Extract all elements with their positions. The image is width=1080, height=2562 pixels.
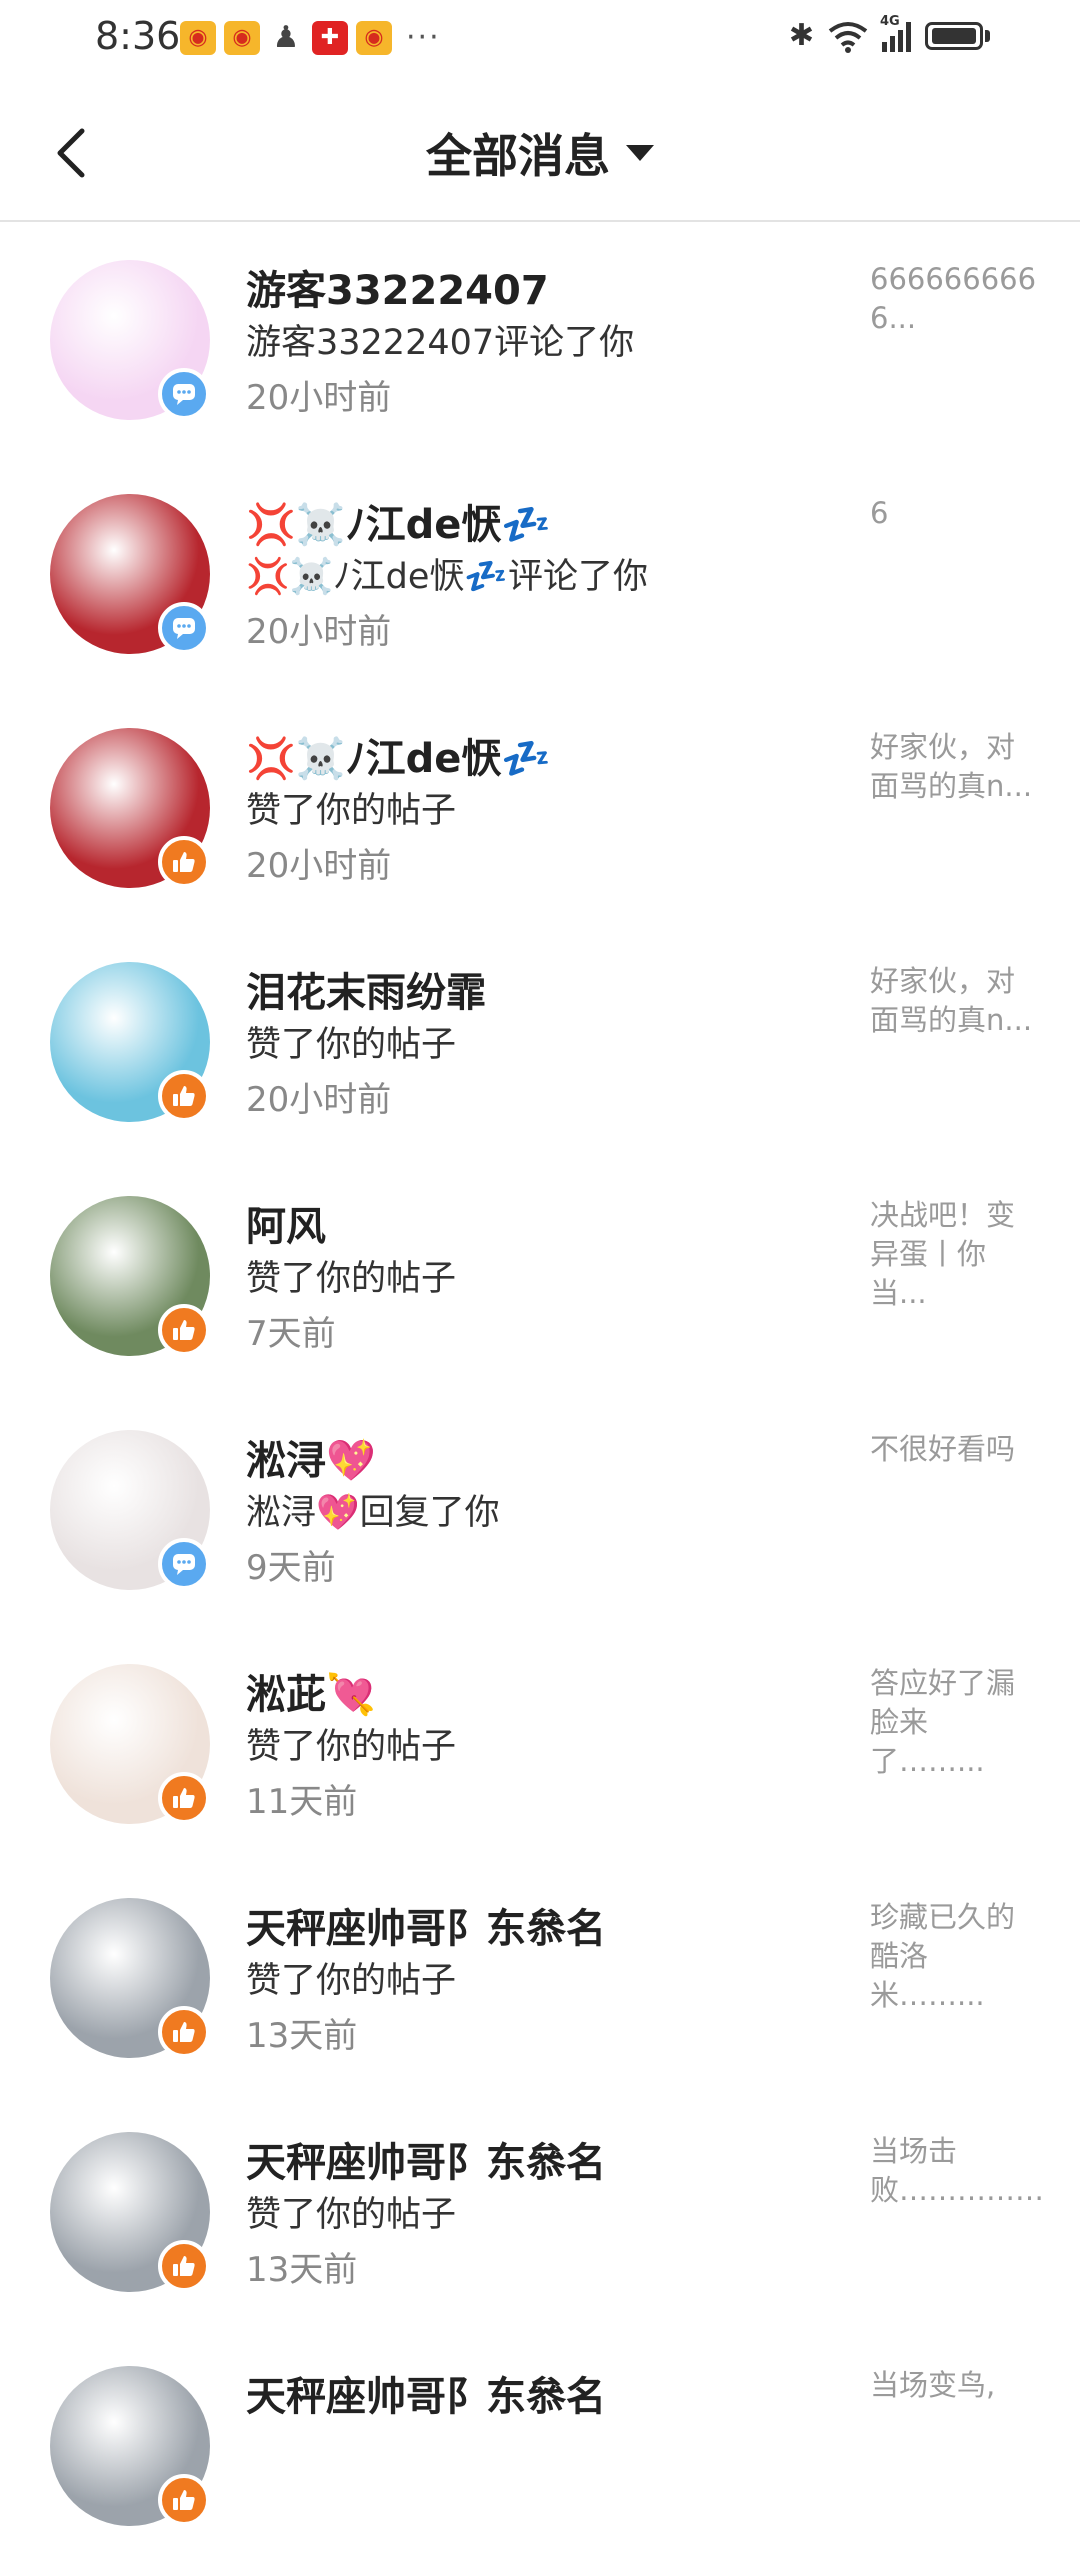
message-item[interactable]: 阿风 赞了你的帖子 7天前 决战吧！变异蛋丨你当...: [0, 1158, 1080, 1392]
avatar-wrapper[interactable]: [50, 494, 210, 654]
avatar-wrapper[interactable]: [50, 2366, 210, 2526]
sender-name[interactable]: 💢☠️ﾉ江de恹💤: [246, 726, 551, 784]
post-preview[interactable]: 不很好看吗: [870, 1430, 1040, 1469]
message-action: 游客33222407评论了你: [246, 323, 635, 363]
avatar-wrapper[interactable]: [50, 728, 210, 888]
avatar-wrapper[interactable]: [50, 1196, 210, 1356]
sender-name[interactable]: 天秤座帅哥阝东叅名: [246, 1896, 606, 1954]
status-bar: 8:36 ◉ ◉ ♟ ✚ ◉ ··· ✱ 4G: [0, 0, 1080, 80]
message-item[interactable]: 天秤座帅哥阝东叅名 赞了你的帖子 13天前 当场击败……………: [0, 2094, 1080, 2328]
avatar-wrapper[interactable]: [50, 1898, 210, 2058]
avatar-wrapper[interactable]: [50, 260, 210, 420]
comment-badge-icon: [158, 1538, 210, 1590]
network-type: 4G: [880, 13, 900, 29]
weibo-notification-icon: ◉: [356, 20, 392, 55]
message-action: 赞了你的帖子: [246, 1727, 457, 1767]
post-preview[interactable]: 好家伙，对面骂的真n...: [870, 728, 1040, 806]
message-item[interactable]: 淞浔💖 淞浔💖回复了你 9天前 不很好看吗: [0, 1392, 1080, 1626]
post-preview[interactable]: 当场变鸟,: [870, 2366, 1040, 2405]
avatar-wrapper[interactable]: [50, 1664, 210, 1824]
post-preview[interactable]: 6666666666...: [870, 260, 1040, 338]
page-title: 全部消息: [426, 129, 610, 183]
post-preview[interactable]: 决战吧！变异蛋丨你当...: [870, 1196, 1040, 1313]
system-icons: ✱ 4G: [788, 14, 990, 53]
sender-name[interactable]: 泪花末雨纷霏: [246, 960, 486, 1018]
message-item[interactable]: 💢☠️ﾉ江de恹💤 💢☠️ﾉ江de恹💤评论了你 20小时前 6: [0, 456, 1080, 690]
message-action: 赞了你的帖子: [246, 791, 457, 831]
message-item[interactable]: 天秤座帅哥阝东叅名 当场变鸟,: [0, 2328, 1080, 2562]
message-time: 20小时前: [246, 378, 392, 418]
message-list: 游客33222407 游客33222407评论了你 20小时前 66666666…: [0, 222, 1080, 2562]
message-action: 赞了你的帖子: [246, 1961, 457, 2001]
like-badge-icon: [158, 2006, 210, 2058]
like-badge-icon: [158, 1772, 210, 1824]
page-header: 全部消息: [0, 80, 1080, 222]
bluetooth-icon: ✱: [788, 18, 814, 53]
message-time: 20小时前: [246, 846, 392, 886]
message-action: 淞浔💖回复了你: [246, 1493, 500, 1533]
comment-badge-icon: [158, 368, 210, 420]
post-preview[interactable]: 6: [870, 494, 1040, 533]
avatar-wrapper[interactable]: [50, 1430, 210, 1590]
weibo-notification-icon: ◉: [224, 20, 260, 55]
message-item[interactable]: 💢☠️ﾉ江de恹💤 赞了你的帖子 20小时前 好家伙，对面骂的真n...: [0, 690, 1080, 924]
message-time: 20小时前: [246, 612, 392, 652]
like-badge-icon: [158, 2474, 210, 2526]
message-time: 9天前: [246, 1548, 336, 1588]
qq-notification-icon: ♟: [272, 20, 300, 55]
message-item[interactable]: 淞茈💘 赞了你的帖子 11天前 答应好了漏脸来了……...: [0, 1626, 1080, 1860]
message-action: 💢☠️ﾉ江de恹💤评论了你: [246, 557, 648, 597]
like-badge-icon: [158, 836, 210, 888]
battery-icon: [925, 21, 983, 50]
sender-name[interactable]: 💢☠️ﾉ江de恹💤: [246, 492, 551, 550]
message-item[interactable]: 天秤座帅哥阝东叅名 赞了你的帖子 13天前 珍藏已久的酷洛米……...: [0, 1860, 1080, 2094]
like-badge-icon: [158, 2240, 210, 2292]
avatar-wrapper[interactable]: [50, 962, 210, 1122]
sender-name[interactable]: 淞浔💖: [246, 1428, 376, 1486]
like-badge-icon: [158, 1070, 210, 1122]
sender-name[interactable]: 天秤座帅哥阝东叅名: [246, 2364, 606, 2422]
more-notifications-icon: ···: [406, 20, 441, 55]
sender-name[interactable]: 淞茈💘: [246, 1662, 376, 1720]
message-time: 20小时前: [246, 1080, 392, 1120]
sender-name[interactable]: 天秤座帅哥阝东叅名: [246, 2130, 606, 2188]
message-time: 11天前: [246, 1782, 358, 1822]
message-time: 13天前: [246, 2016, 358, 2056]
wifi-icon: [828, 21, 868, 53]
app-notification-icon: ✚: [312, 20, 348, 55]
message-item[interactable]: 泪花末雨纷霏 赞了你的帖子 20小时前 好家伙，对面骂的真n...: [0, 924, 1080, 1158]
post-preview[interactable]: 当场击败……………: [870, 2132, 1044, 2210]
sender-name[interactable]: 游客33222407: [246, 258, 549, 316]
message-item[interactable]: 游客33222407 游客33222407评论了你 20小时前 66666666…: [0, 222, 1080, 456]
like-badge-icon: [158, 1304, 210, 1356]
cellular-signal-icon: 4G: [880, 14, 911, 52]
sender-name[interactable]: 阿风: [246, 1194, 326, 1252]
comment-badge-icon: [158, 602, 210, 654]
weibo-notification-icon: ◉: [180, 20, 216, 55]
message-time: 13天前: [246, 2250, 358, 2290]
message-action: 赞了你的帖子: [246, 1025, 457, 1065]
message-time: 7天前: [246, 1314, 336, 1354]
post-preview[interactable]: 珍藏已久的酷洛米……...: [870, 1898, 1040, 2015]
clock: 8:36: [95, 14, 181, 58]
message-action: 赞了你的帖子: [246, 1259, 457, 1299]
notification-icons: ◉ ◉ ♟ ✚ ◉ ···: [180, 20, 441, 55]
post-preview[interactable]: 答应好了漏脸来了……...: [870, 1664, 1040, 1781]
dropdown-caret-icon: [626, 145, 654, 161]
post-preview[interactable]: 好家伙，对面骂的真n...: [870, 962, 1040, 1040]
message-action: 赞了你的帖子: [246, 2195, 457, 2235]
filter-dropdown[interactable]: 全部消息: [0, 120, 1080, 186]
avatar-wrapper[interactable]: [50, 2132, 210, 2292]
